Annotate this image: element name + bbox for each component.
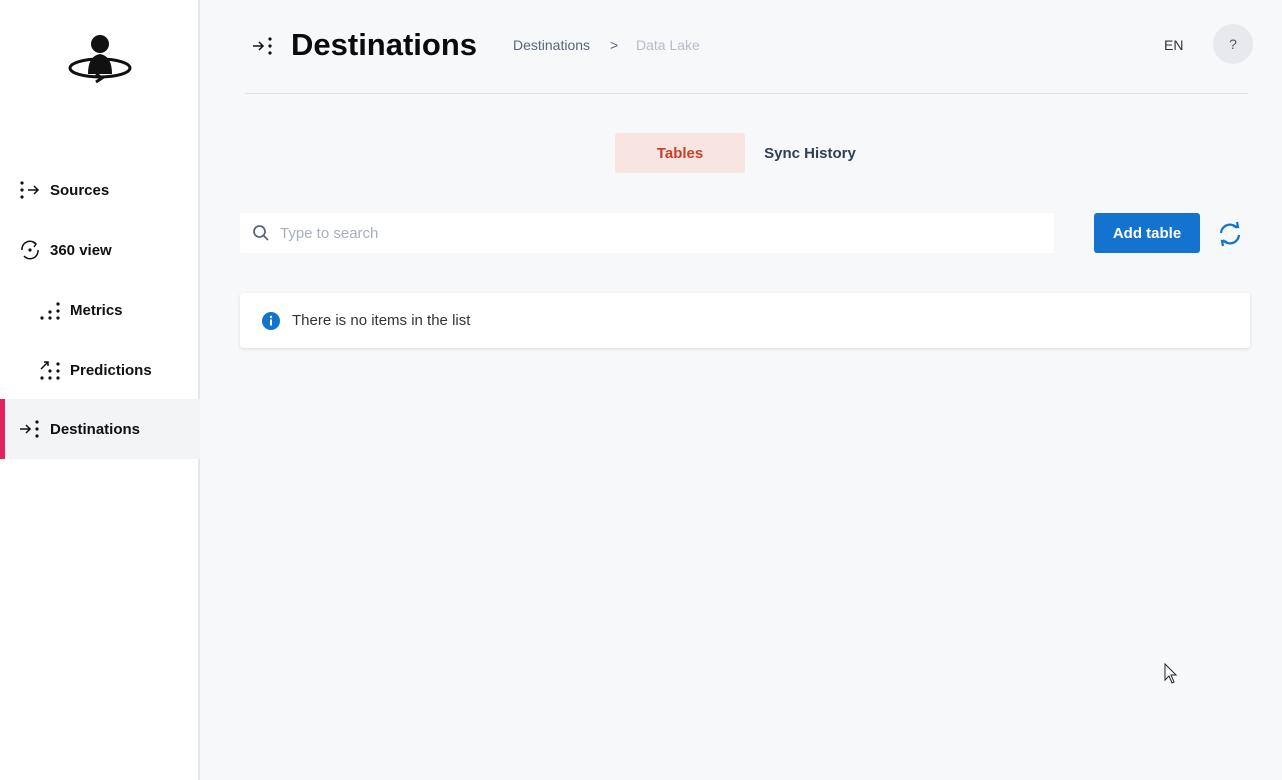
sidebar-item-metrics[interactable]: Metrics — [0, 280, 200, 340]
rotate-360-icon — [18, 238, 42, 262]
sidebar-item-predictions[interactable]: Predictions — [0, 340, 200, 400]
mouse-cursor-icon — [1164, 663, 1178, 684]
language-selector[interactable]: EN — [1164, 36, 1183, 54]
add-table-button[interactable]: Add table — [1094, 213, 1200, 253]
breadcrumb-destinations[interactable]: Destinations — [513, 36, 590, 54]
page-title: Destinations — [291, 27, 478, 62]
search-box — [240, 213, 1054, 253]
sidebar-item-label: 360 view — [50, 241, 112, 259]
help-button[interactable]: ? — [1213, 24, 1253, 64]
tab-sync-history[interactable]: Sync History — [745, 133, 875, 173]
tab-tables[interactable]: Tables — [615, 133, 745, 173]
breadcrumb-data-lake: Data Lake — [636, 37, 700, 53]
arrow-dots-icon — [18, 417, 42, 441]
sidebar-item-360-view[interactable]: 360 view — [0, 220, 200, 280]
dots-metrics-icon — [38, 298, 62, 322]
sidebar-item-label: Sources — [50, 181, 110, 199]
empty-list-notice: There is no items in the list — [240, 293, 1250, 348]
sidebar-item-label: Destinations — [50, 420, 141, 438]
sidebar-item-label: Predictions — [70, 361, 152, 379]
search-input[interactable] — [280, 224, 980, 242]
search-icon — [253, 225, 269, 241]
sidebar-item-destinations[interactable]: Destinations — [0, 399, 200, 459]
sidebar-item-sources[interactable]: Sources — [0, 160, 200, 220]
info-icon — [262, 311, 280, 330]
header-divider — [245, 93, 1248, 94]
sidebar: Sources 360 view Metrics Predictions Des… — [0, 0, 200, 780]
user-orbit-logo — [68, 35, 132, 84]
empty-message: There is no items in the list — [292, 312, 471, 329]
refresh-icon[interactable] — [1216, 220, 1244, 248]
dots-arrow-right-icon — [18, 178, 42, 202]
arrow-dots-icon — [253, 37, 272, 55]
dots-trend-arrow-icon — [38, 358, 62, 382]
sidebar-item-label: Metrics — [70, 301, 123, 319]
breadcrumb-separator: > — [610, 37, 619, 53]
